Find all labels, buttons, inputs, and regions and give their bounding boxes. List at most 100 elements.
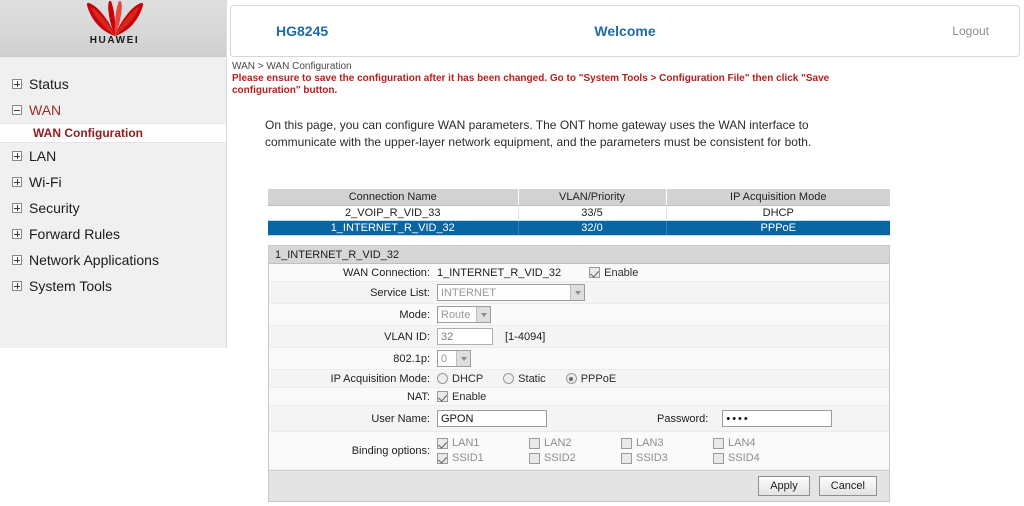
- cancel-button[interactable]: Cancel: [818, 476, 877, 496]
- checkbox-icon[interactable]: [529, 452, 540, 464]
- apply-button[interactable]: Apply: [758, 476, 810, 496]
- sidebar-item-label: Wi-Fi: [29, 174, 62, 190]
- binding-option-ssid4[interactable]: SSID4: [713, 452, 805, 464]
- checkbox-icon[interactable]: [621, 452, 632, 464]
- label-nat-enable: Enable: [452, 390, 487, 403]
- checkbox-icon[interactable]: [621, 437, 632, 449]
- sidebar-item-wan-configuration[interactable]: WAN Configuration: [0, 123, 226, 143]
- binding-option-ssid1[interactable]: SSID1: [437, 452, 529, 464]
- logout-button[interactable]: Logout: [952, 24, 989, 38]
- vlan-id-input[interactable]: [437, 328, 493, 345]
- collapse-minus-icon[interactable]: [12, 105, 22, 115]
- expand-plus-icon[interactable]: [12, 79, 22, 89]
- binding-option-lan2[interactable]: LAN2: [529, 437, 621, 449]
- chevron-down-icon[interactable]: [570, 285, 584, 300]
- huawei-logo: HUAWEI: [62, 1, 167, 56]
- label-ip-acquisition-mode: IP Acquisition Mode:: [330, 372, 430, 385]
- checkbox-icon[interactable]: [589, 267, 601, 278]
- sidebar-subitem-label: WAN Configuration: [33, 126, 143, 140]
- sidebar-item-label: Status: [29, 76, 69, 92]
- column-header-vlan-priority: VLAN/Priority: [518, 189, 667, 206]
- expand-plus-icon[interactable]: [12, 281, 22, 291]
- logo-wordmark: HUAWEI: [89, 35, 140, 46]
- user-name-input[interactable]: [437, 410, 547, 427]
- expand-plus-icon[interactable]: [12, 177, 22, 187]
- binding-option-label: SSID1: [452, 452, 484, 464]
- expand-plus-icon[interactable]: [12, 229, 22, 239]
- row-8021p: 802.1p: 0: [269, 348, 889, 370]
- row-service-list: Service List: INTERNET: [269, 282, 889, 304]
- label-service-list: Service List:: [370, 286, 430, 299]
- radio-icon[interactable]: [503, 373, 515, 384]
- radio-option-dhcp[interactable]: DHCP: [437, 373, 483, 385]
- row-ip-acquisition-mode: IP Acquisition Mode: DHCP Static PPPoE: [269, 370, 889, 388]
- radio-option-static[interactable]: Static: [503, 373, 546, 385]
- sidebar-item-network-applications[interactable]: Network Applications: [0, 247, 226, 273]
- value-wan-connection: 1_INTERNET_R_VID_32: [437, 266, 562, 279]
- binding-option-label: SSID2: [544, 452, 576, 464]
- expand-plus-icon[interactable]: [12, 151, 22, 161]
- binding-option-ssid2[interactable]: SSID2: [529, 452, 621, 464]
- binding-option-ssid3[interactable]: SSID3: [621, 452, 713, 464]
- chevron-down-icon[interactable]: [456, 351, 470, 366]
- binding-option-lan4[interactable]: LAN4: [713, 437, 805, 449]
- sidebar-item-forward-rules[interactable]: Forward Rules: [0, 221, 226, 247]
- table-row[interactable]: 2_VOIP_R_VID_33 33/5 DHCP: [268, 205, 890, 220]
- sidebar-item-lan[interactable]: LAN: [0, 143, 226, 169]
- chevron-down-icon[interactable]: [476, 307, 490, 322]
- vlan-id-hint: [1-4094]: [505, 330, 546, 343]
- sidebar-item-status[interactable]: Status: [0, 71, 226, 97]
- row-vlan-id: VLAN ID: [1-4094]: [269, 326, 889, 348]
- cell-ip-acquisition-mode: PPPoE: [666, 219, 890, 236]
- binding-option-lan1[interactable]: LAN1: [437, 437, 529, 449]
- wan-enable-checkbox-group[interactable]: Enable: [589, 267, 638, 279]
- label-nat: NAT:: [406, 390, 430, 403]
- checkbox-icon[interactable]: [437, 452, 448, 464]
- welcome-title: Welcome: [594, 23, 656, 39]
- radio-icon[interactable]: [437, 373, 448, 384]
- wan-connection-table: Connection Name VLAN/Priority IP Acquisi…: [268, 189, 890, 236]
- service-list-value: INTERNET: [441, 286, 496, 299]
- sidebar-item-wan[interactable]: WAN: [0, 97, 226, 123]
- checkbox-icon[interactable]: [437, 391, 448, 402]
- binding-option-label: SSID4: [728, 452, 760, 464]
- expand-plus-icon[interactable]: [12, 255, 22, 265]
- radio-icon-selected[interactable]: [565, 373, 577, 384]
- ip-mode-radio-group: DHCP Static PPPoE: [437, 373, 616, 385]
- logo-area: HUAWEI: [0, 0, 226, 57]
- radio-option-pppoe[interactable]: PPPoE: [565, 373, 616, 385]
- sidebar-item-label: Forward Rules: [29, 226, 121, 242]
- page-description: On this page, you can configure WAN para…: [265, 118, 812, 149]
- row-mode: Mode: Route: [269, 304, 889, 326]
- row-binding-options: Binding options: LAN1 LAN2 LAN3 LAN4 SSI…: [269, 432, 889, 470]
- expand-plus-icon[interactable]: [12, 203, 22, 213]
- cell-connection-name: 2_VOIP_R_VID_33: [268, 205, 519, 220]
- cell-ip-acquisition-mode: DHCP: [666, 205, 890, 220]
- password-input[interactable]: [722, 410, 833, 427]
- binding-option-lan3[interactable]: LAN3: [621, 437, 713, 449]
- sidebar-item-label: Network Applications: [29, 252, 159, 268]
- table-header-row: Connection Name VLAN/Priority IP Acquisi…: [268, 189, 890, 206]
- mode-select[interactable]: Route: [437, 306, 491, 323]
- checkbox-icon[interactable]: [437, 437, 448, 449]
- wan-configuration-form: 1_INTERNET_R_VID_32 WAN Connection: 1_IN…: [268, 245, 890, 502]
- sidebar-item-system-tools[interactable]: System Tools: [0, 273, 226, 299]
- checkbox-icon[interactable]: [713, 452, 724, 464]
- nat-enable-checkbox-group[interactable]: Enable: [437, 391, 486, 403]
- label-binding-options: Binding options:: [351, 444, 430, 457]
- main-content: HG8245 Welcome Logout WAN > WAN Configur…: [228, 0, 1024, 506]
- priority-8021p-value: 0: [441, 352, 448, 365]
- sidebar-item-wifi[interactable]: Wi-Fi: [0, 169, 226, 195]
- priority-8021p-select[interactable]: 0: [437, 350, 471, 367]
- router-admin-page: HUAWEI Status WAN WAN Configuration LAN …: [0, 0, 1024, 506]
- cell-vlan-priority: 33/5: [518, 205, 667, 220]
- checkbox-icon[interactable]: [529, 437, 540, 449]
- cell-connection-name: 1_INTERNET_R_VID_32: [268, 219, 519, 236]
- checkbox-icon[interactable]: [713, 437, 724, 449]
- sidebar-item-security[interactable]: Security: [0, 195, 226, 221]
- form-panel-title: 1_INTERNET_R_VID_32: [269, 246, 889, 264]
- sidebar-nav: Status WAN WAN Configuration LAN Wi-Fi S…: [0, 57, 226, 299]
- column-header-connection-name: Connection Name: [268, 189, 519, 206]
- table-row-selected[interactable]: 1_INTERNET_R_VID_32 32/0 PPPoE: [268, 219, 890, 236]
- service-list-select[interactable]: INTERNET: [437, 284, 585, 301]
